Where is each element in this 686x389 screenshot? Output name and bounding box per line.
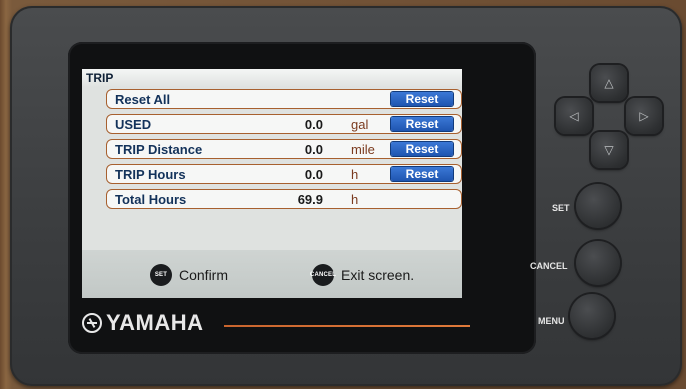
row-value: 69.9 xyxy=(297,192,323,207)
cancel-key-label: CANCEL xyxy=(530,261,568,271)
row-label: Reset All xyxy=(115,92,171,107)
hint-set-text: Confirm xyxy=(179,267,229,283)
row-used[interactable]: USED 0.0 gal Reset xyxy=(106,114,462,134)
set-key-icon: SET xyxy=(150,264,172,286)
row-unit: h xyxy=(351,192,359,207)
screen-bezel: TRIP Reset All Reset USED 0.0 gal Reset … xyxy=(68,42,536,354)
cancel-key-icon: CANCEL xyxy=(310,264,336,286)
menu-key-label: MENU xyxy=(538,316,565,326)
down-arrow-icon: ▽ xyxy=(604,143,614,157)
reset-trip-hours-button[interactable]: Reset xyxy=(391,167,453,181)
row-total-hours[interactable]: Total Hours 69.9 h xyxy=(106,189,462,209)
hint-cancel: CANCEL Exit screen. xyxy=(310,264,415,286)
row-trip-distance[interactable]: TRIP Distance 0.0 mile Reset xyxy=(106,139,462,159)
row-value: 0.0 xyxy=(304,167,323,182)
hint-set: SET Confirm xyxy=(150,264,228,286)
screen: TRIP Reset All Reset USED 0.0 gal Reset … xyxy=(82,69,462,298)
set-button[interactable] xyxy=(576,184,620,228)
reset-used-button[interactable]: Reset xyxy=(391,117,453,131)
hint-cancel-text: Exit screen. xyxy=(341,267,415,283)
right-arrow-icon: ▷ xyxy=(639,109,649,123)
row-value: 0.0 xyxy=(304,142,323,157)
set-key-label: SET xyxy=(552,203,570,213)
row-label: Total Hours xyxy=(115,192,187,207)
row-label: USED xyxy=(115,117,152,132)
up-arrow-button[interactable]: △ xyxy=(591,65,627,101)
reset-trip-distance-button[interactable]: Reset xyxy=(391,142,453,156)
left-arrow-icon: ◁ xyxy=(569,109,579,123)
cancel-button[interactable] xyxy=(576,241,620,285)
yamaha-logo-icon xyxy=(82,313,102,333)
left-arrow-button[interactable]: ◁ xyxy=(556,98,592,134)
accent-line xyxy=(224,325,470,327)
settings-list: Reset All Reset USED 0.0 gal Reset TRIP … xyxy=(106,89,462,214)
brand: YAMAHA xyxy=(82,310,204,335)
down-arrow-button[interactable]: ▽ xyxy=(591,132,627,168)
row-value: 0.0 xyxy=(304,117,323,132)
right-arrow-button[interactable]: ▷ xyxy=(626,98,662,134)
row-unit: gal xyxy=(351,117,369,132)
row-label: TRIP Distance xyxy=(115,142,203,157)
row-label: TRIP Hours xyxy=(115,167,186,182)
row-reset-all[interactable]: Reset All Reset xyxy=(106,89,462,109)
brand-name: YAMAHA xyxy=(106,310,204,335)
row-trip-hours[interactable]: TRIP Hours 0.0 h Reset xyxy=(106,164,462,184)
reset-all-button[interactable]: Reset xyxy=(391,92,453,106)
row-unit: h xyxy=(351,167,359,182)
screen-title: TRIP xyxy=(82,69,462,87)
display-unit: TRIP Reset All Reset USED 0.0 gal Reset … xyxy=(10,6,682,386)
up-arrow-icon: △ xyxy=(604,76,614,90)
row-unit: mile xyxy=(351,142,375,157)
menu-button[interactable] xyxy=(570,294,614,338)
screen-footer: SET Confirm CANCEL Exit screen. xyxy=(82,250,462,298)
